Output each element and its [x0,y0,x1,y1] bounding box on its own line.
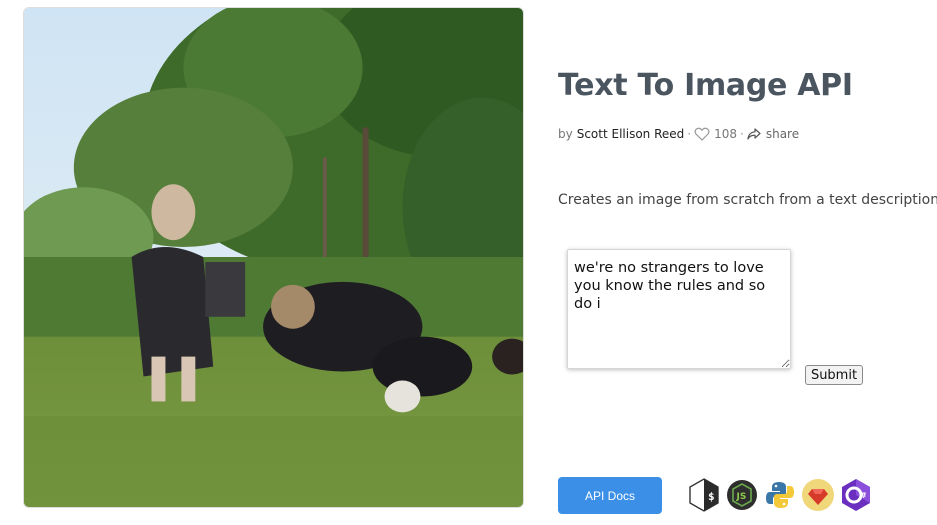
author-link[interactable]: Scott Ellison Reed [577,127,685,141]
submit-button[interactable]: Submit [805,365,863,385]
nodejs-icon[interactable]: JS [725,478,759,512]
generated-image [23,7,524,508]
like-button[interactable]: 108 [694,127,737,141]
bash-icon[interactable]: $ [687,478,721,512]
prompt-textarea[interactable]: we're no strangers to love you know the … [567,249,791,369]
page-title: Text To Image API [558,68,853,103]
share-icon [747,128,761,140]
api-description: Creates an image from scratch from a tex… [558,192,937,208]
api-docs-button[interactable]: API Docs [558,477,662,514]
by-label: by [558,127,573,141]
byline: by Scott Ellison Reed · 108 · share [558,127,799,141]
svg-text:#: # [860,491,867,500]
csharp-icon[interactable]: # [839,478,873,512]
share-label: share [765,127,800,141]
like-count: 108 [714,127,738,141]
separator: · [740,127,744,141]
ruby-icon[interactable] [801,478,835,512]
share-button[interactable]: share [747,127,799,141]
svg-text:$: $ [708,490,715,503]
separator: · [687,127,692,141]
python-icon[interactable] [763,478,797,512]
svg-text:JS: JS [736,492,747,502]
heart-icon [694,127,710,141]
